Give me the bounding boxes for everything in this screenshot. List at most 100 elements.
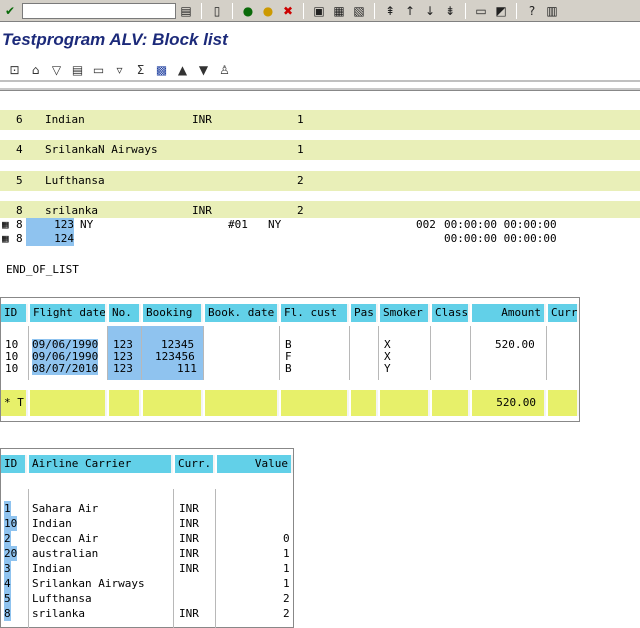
print-preview-icon[interactable]: ⌂	[25, 61, 46, 79]
application-toolbar: ⊡ ⌂ ▽ ▤ ▭ ▿ Σ ▩ ▲ ▼ ♙	[0, 60, 640, 82]
find-icon[interactable]: ▦	[329, 2, 349, 20]
shortcut-icon[interactable]: ◩	[491, 2, 511, 20]
separator	[516, 2, 517, 19]
exit-icon[interactable]: ●	[258, 2, 278, 20]
save-icon[interactable]: ▯	[207, 2, 227, 20]
dropdown-icon[interactable]: ▤	[176, 2, 196, 20]
sum-icon[interactable]: Σ	[130, 61, 151, 79]
table-cell: Deccan Air	[32, 532, 99, 545]
column	[431, 326, 471, 380]
total-cell	[380, 390, 430, 416]
table-cell: INR	[179, 547, 199, 560]
list-item[interactable]: 4 SrilankaN Airways 1	[0, 140, 640, 160]
page-title: Testprogram ALV: Block list	[2, 30, 228, 49]
details-icon[interactable]: ⊡	[4, 61, 25, 79]
total-amount: 520.00	[472, 390, 546, 416]
city: NY	[268, 218, 282, 231]
check-icon[interactable]: ✔	[0, 2, 20, 20]
column-header-flight-date[interactable]: Flight date	[30, 304, 107, 322]
detail-row[interactable]: ▦ 8 124 00:00:00 00:00:00	[0, 232, 640, 246]
list-item[interactable]: 5 Lufthansa 2	[0, 171, 640, 191]
column-header-id[interactable]: ID	[1, 455, 27, 473]
sort-up-icon[interactable]: ▲	[172, 61, 193, 79]
total-cell	[143, 390, 203, 416]
table-cell: 1	[4, 501, 11, 516]
table-cell: 4	[4, 576, 11, 591]
table-cell: 1	[283, 547, 290, 560]
help-icon[interactable]: ?	[522, 2, 542, 20]
last-page-icon[interactable]: ⇟	[440, 2, 460, 20]
table-cell: Srilankan Airways	[32, 577, 145, 590]
times: 00:00:00 00:00:00	[444, 218, 557, 231]
print-icon[interactable]: ▣	[309, 2, 329, 20]
table-cell: Indian	[32, 517, 72, 530]
table-cell: B	[285, 362, 292, 375]
find-icon[interactable]: ▭	[88, 61, 109, 79]
new-session-icon[interactable]: ▭	[471, 2, 491, 20]
table-cell: 0	[283, 532, 290, 545]
table-cell: 10	[5, 362, 19, 375]
column-header-book-date[interactable]: Book. date	[205, 304, 279, 322]
column-header-amount[interactable]: Amount	[472, 304, 546, 322]
total-cell	[548, 390, 579, 416]
total-cell	[30, 390, 107, 416]
filter-icon[interactable]: ▿	[109, 61, 130, 79]
table-cell: 123	[113, 362, 133, 375]
layout-icon[interactable]: ▥	[542, 2, 562, 20]
value: 1	[297, 143, 304, 156]
table-cell: INR	[179, 502, 199, 515]
table-cell: Y	[384, 362, 391, 375]
column	[204, 326, 280, 380]
table-cell: 2	[283, 592, 290, 605]
table-cell: 520.00	[495, 338, 535, 351]
table-cell: 1	[283, 577, 290, 590]
table-cell: 5	[4, 591, 11, 606]
layout-icon[interactable]: ♙	[214, 61, 235, 79]
previous-page-icon[interactable]: ↑	[400, 2, 420, 20]
list-item[interactable]: 6 Indian INR 1	[0, 110, 640, 130]
value: 1	[297, 113, 304, 126]
value: 2	[297, 174, 304, 187]
booking-table: ID Flight date No. Booking Book. date Fl…	[0, 297, 580, 422]
table-cell: Sahara Air	[32, 502, 99, 515]
cancel-icon[interactable]: ✖	[278, 2, 298, 20]
sort-down-icon[interactable]: ▼	[193, 61, 214, 79]
column-header-number[interactable]: No.	[109, 304, 141, 322]
column-header-booking[interactable]: Booking	[143, 304, 203, 322]
column-header-airline-carrier[interactable]: Airline Carrier	[29, 455, 173, 473]
column-header-class[interactable]: Class	[432, 304, 470, 322]
column-header-value[interactable]: Value	[217, 455, 293, 473]
table-cell: 2	[283, 607, 290, 620]
column-header-id[interactable]: ID	[1, 304, 28, 322]
back-icon[interactable]: ●	[238, 2, 258, 20]
table-cell: 08/07/2010	[32, 362, 99, 375]
row-number: 6	[16, 113, 23, 126]
table-cell: 8	[4, 606, 11, 621]
row-number: 8	[16, 218, 23, 231]
total-cell	[109, 390, 141, 416]
code: #01	[228, 218, 248, 231]
sort-descending-icon[interactable]: ▤	[67, 61, 88, 79]
separator	[303, 2, 304, 19]
airline-name: Indian	[45, 113, 85, 126]
column-header-fl-cust[interactable]: Fl. cust	[281, 304, 349, 322]
column-header-currency[interactable]: Curr.	[175, 455, 215, 473]
city: NY	[80, 218, 94, 231]
export-icon[interactable]: ▩	[151, 61, 172, 79]
grid-icon: ▦	[2, 232, 9, 245]
table-cell: australian	[32, 547, 99, 560]
column-header-smoker[interactable]: Smoker	[380, 304, 430, 322]
command-field[interactable]	[22, 2, 176, 19]
total-cell	[351, 390, 378, 416]
sort-ascending-icon[interactable]: ▽	[46, 61, 67, 79]
first-page-icon[interactable]: ⇞	[380, 2, 400, 20]
column-header-currency[interactable]: Curr	[548, 304, 579, 322]
column-header-pas[interactable]: Pas	[351, 304, 378, 322]
connection-id: 123	[26, 218, 74, 232]
find-next-icon[interactable]: ▧	[349, 2, 369, 20]
system-toolbar: ✔ ▤ ▯ ● ● ✖ ▣ ▦ ▧ ⇞ ↑ ↓ ⇟ ▭ ◩ ? ▥	[0, 0, 640, 22]
table-cell: Indian	[32, 562, 72, 575]
detail-row[interactable]: ▦ 8 123 NY #01 NY 002 00:00:00 00:00:00	[0, 218, 640, 232]
table-cell: 2	[4, 531, 11, 546]
next-page-icon[interactable]: ↓	[420, 2, 440, 20]
